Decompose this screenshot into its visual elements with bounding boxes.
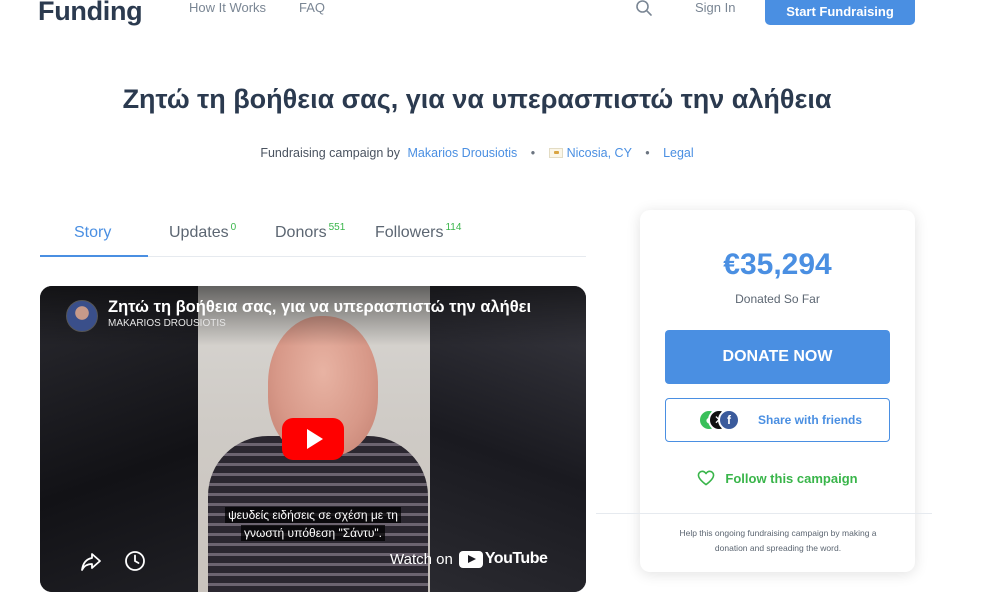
nav-how-it-works[interactable]: How It Works bbox=[189, 0, 266, 15]
cyprus-flag-icon bbox=[548, 148, 563, 158]
video-player[interactable]: Ζητώ τη βοήθεια σας, για να υπερασπιστώ … bbox=[40, 286, 586, 592]
donate-now-button[interactable]: DONATE NOW bbox=[665, 330, 890, 384]
help-text-line-1: Help this ongoing fundraising campaign b… bbox=[679, 528, 877, 538]
tab-donors[interactable]: Donors 551 bbox=[275, 222, 346, 242]
donation-card: €35,294 Donated So Far DONATE NOW ● ✕ f … bbox=[596, 210, 932, 572]
play-button[interactable] bbox=[282, 418, 344, 460]
share-label: Share with friends bbox=[758, 413, 863, 427]
tab-story-label: Story bbox=[74, 224, 112, 241]
tab-updates-label: Updates bbox=[169, 224, 229, 241]
card-divider bbox=[596, 513, 932, 514]
share-arrow-icon[interactable] bbox=[80, 552, 102, 572]
subtitle-line-1: ψευδείς ειδήσεις σε σχέση με τη bbox=[225, 507, 401, 523]
page-title: Ζητώ τη βοήθεια σας, για να υπερασπιστώ … bbox=[122, 84, 832, 114]
tab-donors-label: Donors bbox=[275, 224, 327, 241]
donate-now-label: DONATE NOW bbox=[722, 348, 833, 365]
active-tab-indicator bbox=[40, 255, 148, 257]
start-fundraising-label: Start Fundraising bbox=[786, 4, 894, 19]
campaign-meta: Fundraising campaign by Makarios Drousio… bbox=[0, 146, 954, 160]
video-title[interactable]: Ζητώ τη βοήθεια σας, για να υπερασπιστώ … bbox=[108, 298, 558, 317]
watch-later-clock-icon[interactable] bbox=[124, 550, 146, 572]
sign-in-link[interactable]: Sign In bbox=[695, 0, 735, 15]
subtitle-line-2: γνωστή υπόθεση "Σάντυ". bbox=[241, 525, 385, 541]
followers-count: 114 bbox=[445, 222, 462, 233]
amount-raised: €35,294 bbox=[723, 248, 832, 281]
tab-story[interactable]: Story bbox=[74, 224, 111, 242]
campaign-tabs: Story Updates 0 Donors 551 Followers 114 bbox=[40, 220, 586, 257]
watch-on-youtube-link[interactable]: Watch on YouTube bbox=[390, 550, 548, 568]
site-logo[interactable]: Funding bbox=[38, 0, 143, 27]
facebook-icon: f bbox=[718, 409, 740, 431]
amount-raised-label: Donated So Far bbox=[735, 292, 820, 306]
meta-separator: • bbox=[645, 146, 650, 160]
tab-followers-label: Followers bbox=[375, 224, 444, 241]
meta-prefix: Fundraising campaign by bbox=[260, 146, 401, 160]
social-icons: ● ✕ f bbox=[698, 409, 748, 431]
channel-avatar[interactable] bbox=[66, 300, 98, 332]
heart-icon bbox=[698, 470, 715, 486]
search-icon[interactable] bbox=[635, 0, 653, 17]
start-fundraising-button[interactable]: Start Fundraising bbox=[765, 0, 915, 25]
follow-campaign-button[interactable]: Follow this campaign bbox=[640, 470, 915, 486]
watch-on-label: Watch on bbox=[390, 550, 453, 568]
top-nav: Funding How It Works FAQ Sign In Start F… bbox=[0, 0, 1000, 30]
category-link[interactable]: Legal bbox=[663, 146, 694, 160]
nav-faq[interactable]: FAQ bbox=[299, 0, 325, 15]
follow-campaign-label: Follow this campaign bbox=[725, 470, 858, 486]
share-with-friends-button[interactable]: ● ✕ f Share with friends bbox=[665, 398, 890, 442]
youtube-wordmark: YouTube bbox=[484, 550, 548, 567]
updates-count: 0 bbox=[230, 222, 237, 233]
help-text-line-2: donation and spreading the word. bbox=[714, 543, 842, 553]
donors-count: 551 bbox=[328, 222, 346, 233]
location-link[interactable]: Nicosia, CY bbox=[567, 146, 632, 160]
meta-separator: • bbox=[530, 146, 536, 160]
video-channel-name: MAKARIOS DROUSIOTIS bbox=[108, 318, 226, 329]
organizer-link[interactable]: Makarios Drousiotis bbox=[408, 146, 518, 160]
tab-followers[interactable]: Followers 114 bbox=[375, 222, 462, 242]
help-text: Help this ongoing fundraising campaign b… bbox=[668, 526, 888, 556]
tab-updates[interactable]: Updates 0 bbox=[169, 222, 237, 242]
video-subtitle: ψευδείς ειδήσεις σε σχέση με τη γνωστή υ… bbox=[208, 506, 418, 542]
youtube-logo-icon: YouTube bbox=[458, 550, 548, 568]
